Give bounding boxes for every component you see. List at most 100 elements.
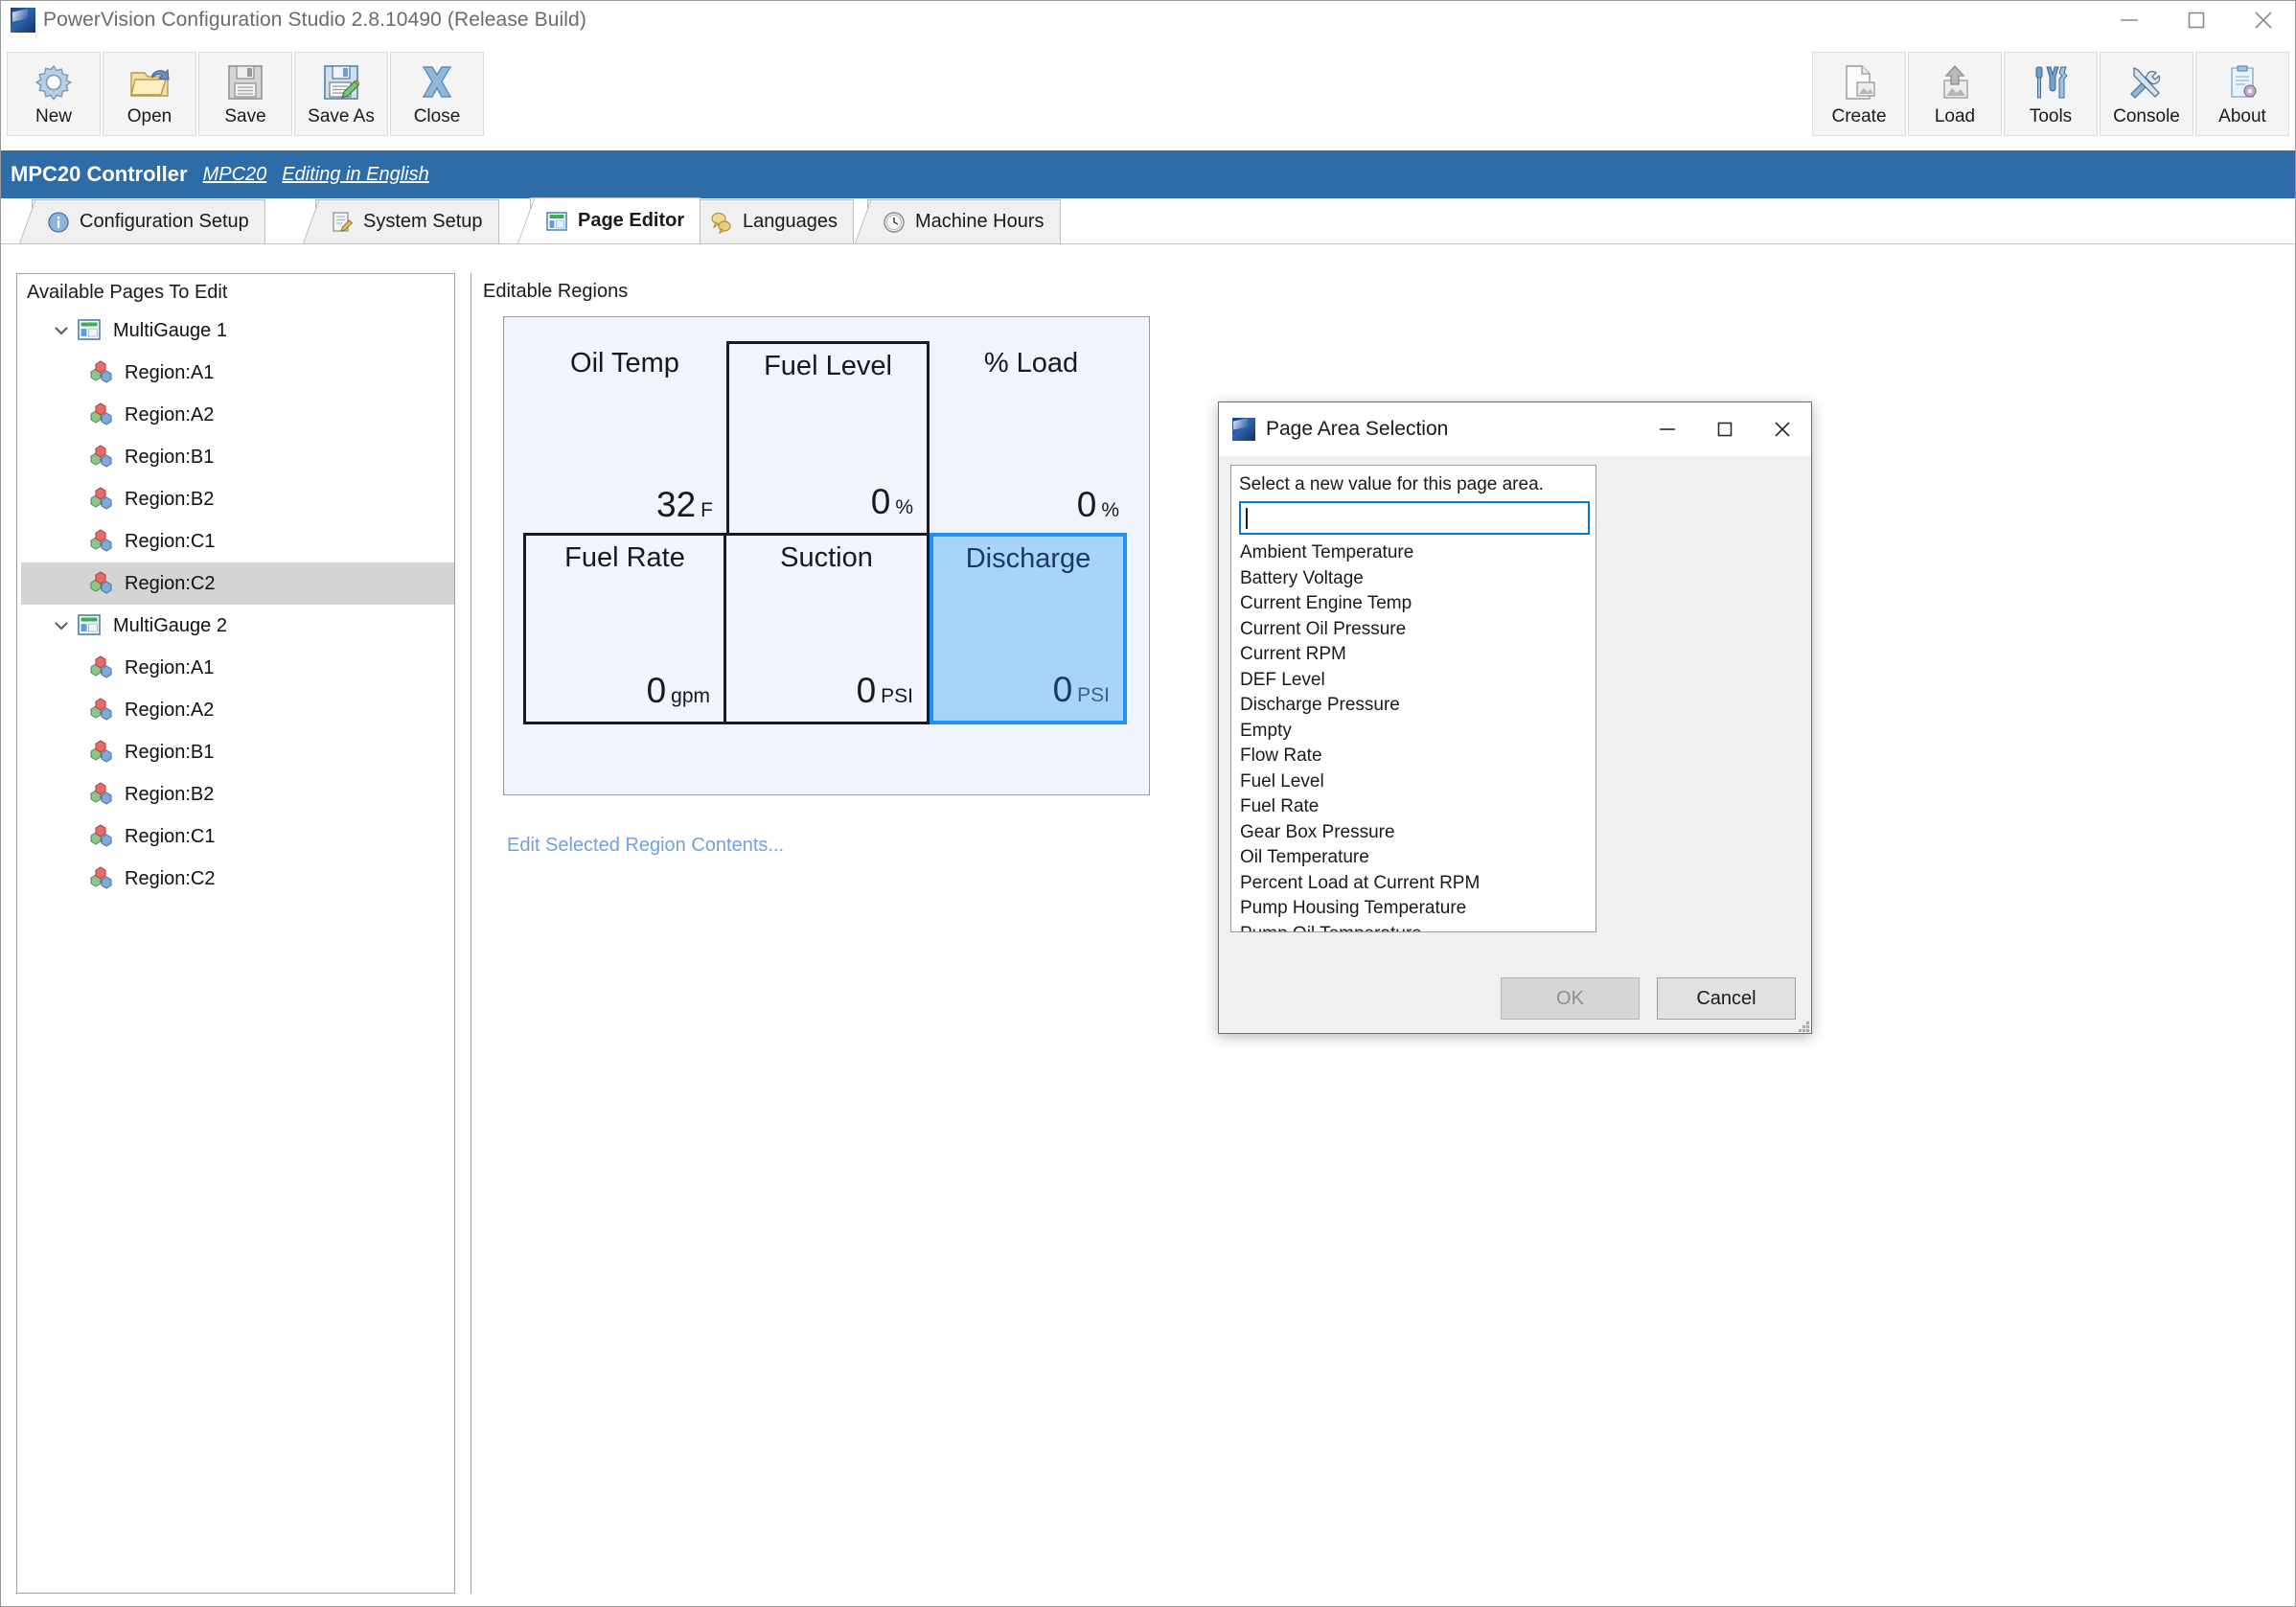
banner-language-link[interactable]: Editing in English [282, 164, 428, 186]
tree-item-region-a2[interactable]: Region:A2 [21, 394, 454, 436]
region-value-group: 0 % [943, 487, 1119, 522]
console-button[interactable]: Console [2100, 52, 2193, 136]
tab-system-setup[interactable]: System Setup [315, 199, 499, 243]
create-button[interactable]: Create [1812, 52, 1906, 136]
ok-button[interactable]: OK [1501, 977, 1640, 1020]
maximize-button[interactable] [2163, 1, 2230, 39]
region-value: 32 [656, 485, 697, 524]
region-label: % Load [983, 348, 1079, 379]
list-item[interactable]: Current Oil Pressure [1239, 617, 1596, 643]
dialog-close-button[interactable] [1754, 402, 1811, 456]
list-item[interactable]: Fuel Level [1239, 769, 1596, 795]
edit-selected-region-link[interactable]: Edit Selected Region Contents... [507, 835, 784, 857]
tree-item-mg2-region-c1[interactable]: Region:C1 [21, 815, 454, 858]
list-item[interactable]: Battery Voltage [1239, 566, 1596, 592]
list-item[interactable]: Ambient Temperature [1239, 540, 1596, 566]
cancel-button[interactable]: Cancel [1657, 977, 1796, 1020]
region-cell-oil-temp[interactable]: Oil Temp 32 F [523, 341, 726, 536]
region-unit: F [700, 499, 713, 521]
tab-machine-hours[interactable]: Machine Hours [867, 199, 1061, 243]
minimize-button[interactable] [2096, 1, 2163, 39]
tab-page-editor[interactable]: Page Editor [530, 197, 701, 243]
region-value-group: 0 PSI [947, 672, 1110, 707]
tools-button-label: Tools [2029, 106, 2073, 126]
region-cell-fuel-rate[interactable]: Fuel Rate 0 gpm [523, 533, 726, 724]
region-label: Suction [780, 542, 873, 573]
list-item[interactable]: Empty [1239, 719, 1596, 745]
list-item[interactable]: Pump Housing Temperature [1239, 896, 1596, 922]
close-button[interactable] [2230, 1, 2295, 39]
save-button[interactable]: Save [198, 52, 292, 136]
chevron-down-icon[interactable] [50, 614, 73, 637]
tree-group-multigauge-2[interactable]: MultiGauge 2 [21, 605, 454, 647]
region-label: Fuel Rate [564, 542, 685, 573]
tree-item-mg2-region-b2[interactable]: Region:B2 [21, 773, 454, 815]
list-item[interactable]: DEF Level [1239, 668, 1596, 694]
region-cell-suction[interactable]: Suction 0 PSI [723, 533, 930, 724]
text-caret [1246, 507, 1248, 529]
list-item[interactable]: Current RPM [1239, 642, 1596, 668]
chevron-down-icon[interactable] [50, 319, 73, 342]
tree-item-region-a1[interactable]: Region:A1 [21, 352, 454, 394]
tree-item-mg2-region-b1[interactable]: Region:B1 [21, 731, 454, 773]
tree-item-label: Region:C2 [125, 572, 216, 594]
load-button[interactable]: Load [1908, 52, 2002, 136]
tab-languages[interactable]: Languages [695, 199, 854, 243]
region-unit: gpm [671, 685, 710, 707]
dialog-maximize-button[interactable] [1696, 402, 1754, 456]
about-button-label: About [2218, 106, 2266, 126]
tab-languages-label: Languages [743, 211, 838, 232]
tools-icon [2028, 60, 2074, 104]
app-logo-icon [11, 8, 35, 33]
gear-icon [31, 60, 77, 104]
tab-page-editor-label: Page Editor [578, 210, 685, 231]
tree-item-region-b1[interactable]: Region:B1 [21, 436, 454, 478]
new-button[interactable]: New [7, 52, 101, 136]
tree-group-label: MultiGauge 1 [113, 319, 227, 341]
tab-configuration-setup[interactable]: Configuration Setup [32, 199, 265, 243]
gauge-grid: Oil Temp 32 F Fuel Level 0 % % Load 0 % … [523, 341, 1133, 724]
open-button[interactable]: Open [103, 52, 196, 136]
region-value: 0 [646, 671, 667, 710]
tree-item-label: Region:B2 [125, 488, 215, 510]
region-cell-fuel-level[interactable]: Fuel Level 0 % [726, 341, 930, 536]
region-blocks-icon [88, 782, 115, 807]
region-cell-discharge-selected[interactable]: Discharge 0 PSI [930, 533, 1127, 724]
list-item[interactable]: Flow Rate [1239, 744, 1596, 769]
dialog-minimize-button[interactable] [1639, 402, 1696, 456]
list-item[interactable]: Current Engine Temp [1239, 591, 1596, 617]
region-cell-percent-load[interactable]: % Load 0 % [930, 341, 1133, 536]
list-item[interactable]: Gear Box Pressure [1239, 820, 1596, 846]
save-as-button[interactable]: Save As [294, 52, 388, 136]
about-button[interactable]: About [2195, 52, 2289, 136]
open-button-label: Open [126, 106, 172, 126]
dialog-titlebar: Page Area Selection [1219, 402, 1811, 456]
list-item[interactable]: Percent Load at Current RPM [1239, 871, 1596, 897]
tree-item-label: Region:B2 [125, 783, 215, 805]
list-item[interactable]: Fuel Rate [1239, 794, 1596, 820]
tree-item-mg2-region-a1[interactable]: Region:A1 [21, 647, 454, 689]
tree-item-region-c2-selected[interactable]: Region:C2 [21, 562, 454, 605]
value-search-input[interactable] [1239, 501, 1590, 535]
wrench-screwdriver-icon [2124, 60, 2170, 104]
page-area-selection-dialog: Page Area Selection Select a new value f… [1218, 402, 1812, 1034]
save-button-label: Save [224, 106, 266, 126]
tree-item-region-b2[interactable]: Region:B2 [21, 478, 454, 520]
region-value-group: 0 gpm [540, 673, 710, 708]
close-file-button[interactable]: Close [390, 52, 484, 136]
list-item[interactable]: Oil Temperature [1239, 845, 1596, 871]
tools-button[interactable]: Tools [2004, 52, 2098, 136]
tree-group-multigauge-1[interactable]: MultiGauge 1 [21, 310, 454, 352]
tree-item-region-c1[interactable]: Region:C1 [21, 520, 454, 562]
tree-item-mg2-region-a2[interactable]: Region:A2 [21, 689, 454, 731]
list-item[interactable]: Pump Oil Temperature [1239, 922, 1596, 932]
tree-item-mg2-region-c2[interactable]: Region:C2 [21, 858, 454, 900]
console-button-label: Console [2113, 106, 2180, 126]
editable-regions-caption: Editable Regions [483, 281, 629, 302]
dialog-body: Select a new value for this page area. A… [1219, 456, 1813, 1035]
resize-grip-icon[interactable] [1795, 1018, 1810, 1033]
banner-device-link[interactable]: MPC20 [203, 164, 267, 186]
list-item[interactable]: Discharge Pressure [1239, 693, 1596, 719]
info-circle-icon [46, 210, 71, 235]
tab-strip: Configuration Setup System Setup Page Ed… [1, 197, 2295, 244]
